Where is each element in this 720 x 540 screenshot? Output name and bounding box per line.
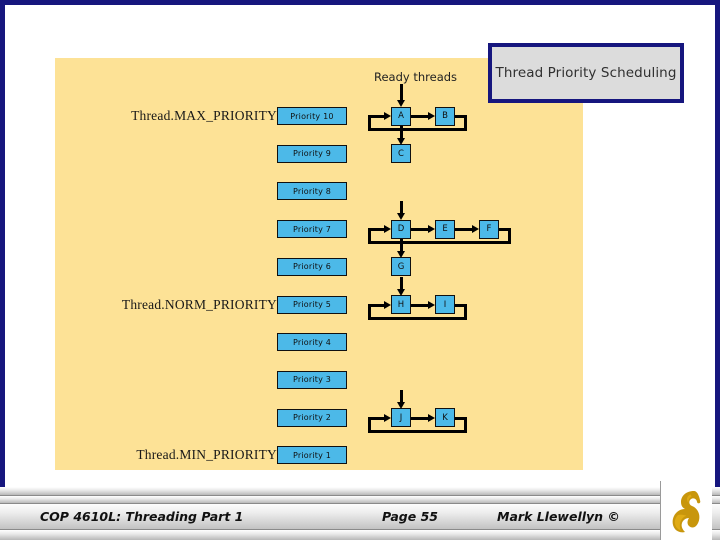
thread-node[interactable]: B [435,106,455,126]
priority-level-box[interactable]: Priority 5 [277,295,347,314]
thread-node[interactable]: D [391,219,411,239]
thread-node[interactable]: G [391,257,411,277]
incoming-flow-arrow [396,137,405,145]
loopback-top-segment [455,115,467,118]
incoming-flow-arrow [396,288,405,296]
loopback-entry-arrow [384,300,391,309]
slide-border-left [0,0,5,487]
thread-node[interactable]: I [435,295,455,314]
loopback-top-segment [455,303,467,307]
queue-link-arrow [472,225,479,234]
incoming-flow-arrow [396,401,405,409]
priority-level-box[interactable]: Priority 2 [277,408,347,427]
footer-band-4 [0,530,720,540]
footer-author-label: Mark Llewellyn © [497,509,620,524]
pegasus-icon [672,490,700,532]
ready-threads-label: Ready threads [374,70,458,84]
footer-band-2 [0,496,720,503]
incoming-flow-line [399,84,403,101]
loopback-entry-segment [368,228,385,232]
slide: Thread Priority Scheduling Ready threads… [0,0,720,540]
incoming-flow-arrow [396,100,405,107]
queue-link-line [455,228,473,232]
thread-priority-constant-label: Thread.MIN_PRIORITY [136,447,277,463]
priority-level-box[interactable]: Priority 6 [277,257,347,276]
thread-priority-constant-label: Thread.NORM_PRIORITY [121,296,277,312]
loopback-entry-segment [368,115,385,118]
priority-level-box[interactable]: Priority 1 [277,446,347,465]
footer-band-1 [0,487,720,495]
queue-link-line [411,416,429,420]
loopback-entry-arrow [384,413,391,422]
priority-level-box[interactable]: Priority 3 [277,370,347,389]
thread-priority-constant-label: Thread.MAX_PRIORITY [131,108,277,123]
priority-level-box[interactable]: Priority 7 [277,220,347,239]
slide-border-top [0,0,720,5]
queue-link-arrow [428,300,435,309]
thread-node[interactable]: E [435,219,455,239]
thread-node[interactable]: C [391,144,411,164]
loopback-top-segment [499,228,511,232]
footer-text-row: COP 4610L: Threading Part 1 Page 55 Mark… [0,504,660,529]
thread-node[interactable]: F [479,219,499,239]
loopback-bottom-segment [368,128,467,131]
thread-node[interactable]: J [391,408,411,428]
ucf-pegasus-logo [660,481,712,540]
queue-link-line [411,303,429,307]
loopback-bottom-segment [368,241,511,245]
loopback-top-segment [455,416,467,420]
page-title: Thread Priority Scheduling [495,65,677,81]
thread-node[interactable]: K [435,408,455,428]
incoming-flow-arrow [396,213,405,221]
queue-link-arrow [428,413,435,422]
queue-link-arrow [428,225,435,234]
slide-footer: COP 4610L: Threading Part 1 Page 55 Mark… [0,487,720,540]
loopback-entry-segment [368,303,385,307]
footer-page-number: Page 55 [382,509,438,524]
incoming-flow-arrow [396,250,405,258]
slide-title-box: Thread Priority Scheduling [488,43,684,103]
footer-course-label: COP 4610L: Threading Part 1 [40,509,244,524]
priority-level-box[interactable]: Priority 4 [277,333,347,352]
priority-level-box[interactable]: Priority 10 [277,107,347,125]
queue-link-line [411,228,429,232]
priority-level-box[interactable]: Priority 8 [277,182,347,201]
slide-border-right [715,0,720,487]
loopback-bottom-segment [368,429,467,433]
thread-node[interactable]: H [391,295,411,314]
loopback-entry-arrow [384,112,391,120]
loopback-bottom-segment [368,316,467,320]
thread-node[interactable]: A [391,106,411,126]
loopback-entry-arrow [384,225,391,234]
priority-level-box[interactable]: Priority 9 [277,144,347,163]
queue-link-arrow [428,112,435,120]
loopback-entry-segment [368,416,385,420]
queue-link-line [411,115,429,118]
